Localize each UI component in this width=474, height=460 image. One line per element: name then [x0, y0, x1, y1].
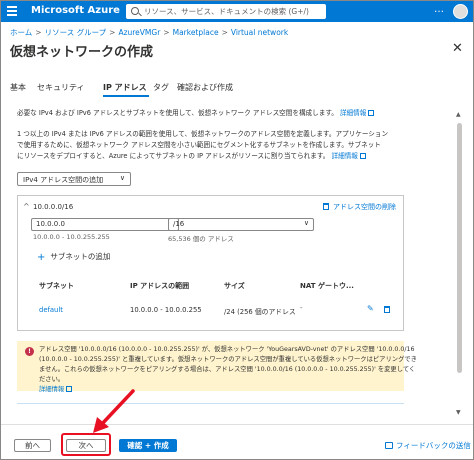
warning-line: ません。これらの仮想ネットワークをピアリングする場合は、アドレス空間 '10.0…: [39, 366, 416, 373]
breadcrumb-separator: >: [163, 28, 170, 37]
prefix-value: /16: [173, 220, 185, 228]
delete-address-space-button[interactable]: アドレス空間の削除: [323, 202, 396, 212]
previous-button[interactable]: 前へ: [14, 439, 51, 452]
chevron-down-icon: ∨: [303, 219, 309, 227]
scroll-down-arrow[interactable]: ▼: [456, 409, 461, 416]
breadcrumb-home[interactable]: ホーム: [10, 28, 32, 37]
external-link-icon: [66, 386, 73, 392]
feedback-link[interactable]: フィードバックの送信: [385, 440, 471, 451]
scrollbar-thumb[interactable]: [457, 123, 462, 373]
menu-icon[interactable]: [7, 6, 17, 16]
more-icon[interactable]: …: [434, 4, 444, 15]
avatar[interactable]: [453, 4, 468, 19]
subnet-name-link[interactable]: default: [39, 306, 63, 314]
warning-icon: !: [25, 347, 34, 356]
search-placeholder: リソース、サービス、ドキュメントの検索 (G+/): [144, 7, 309, 16]
red-arrow-annotation: [93, 389, 135, 433]
add-ipv4-address-space-button[interactable]: IPv4 アドレス空間の追加 ∨: [17, 172, 131, 186]
intro-line-4: にリソースをデプロイすると、Azure によってサブネットの IP アドレスがリ…: [17, 151, 366, 162]
breadcrumb-separator: >: [221, 28, 228, 37]
add-subnet-button[interactable]: + サブネットの追加: [37, 251, 110, 263]
azure-portal-window: Microsoft Azure リソース、サービス、ドキュメントの検索 (G+/…: [0, 0, 474, 460]
breadcrumb: ホーム > リソース グループ > AzureVMGr > Marketplace > Virt…: [10, 27, 288, 38]
divider: [17, 403, 404, 404]
tab-security[interactable]: セキュリティ: [37, 82, 85, 93]
subnet-size: /24 (256 個のアドレス: [224, 308, 296, 316]
page-title: 仮想ネットワークの作成: [10, 45, 154, 60]
add-address-space-label: IPv4 アドレス空間の追加: [23, 176, 104, 184]
intro-text: にリソースをデプロイすると、Azure によってサブネットの IP アドレスがリ…: [17, 152, 330, 160]
intro-line-3: で使用するために、仮想ネットワーク アドレス空間を小さい範囲にセグメント化するサ…: [17, 141, 381, 149]
collapse-icon[interactable]: ^: [23, 202, 30, 211]
scroll-up-arrow[interactable]: ▲: [456, 111, 461, 118]
start-address-input[interactable]: 10.0.0.0: [31, 218, 179, 231]
prefix-select[interactable]: /16 ∨: [168, 218, 314, 231]
address-count-hint: 65,536 個の アドレス: [168, 235, 234, 243]
column-header-ip-range: IP アドレスの範囲: [130, 282, 190, 290]
title-more-icon[interactable]: …: [141, 41, 152, 54]
tab-basics[interactable]: 基本: [10, 82, 26, 93]
delete-address-space-label: アドレス空間の削除: [333, 203, 396, 211]
edit-pencil-icon[interactable]: ✎: [367, 304, 374, 313]
breadcrumb-resource-groups[interactable]: リソース グループ: [45, 28, 107, 37]
intro-line-2: 1 つ以上の IPv4 または IPv6 アドレスの範囲を使用して、仮想ネットワ…: [17, 130, 389, 138]
overlap-warning-banner: ! アドレス空間 '10.0.0.0/16 (10.0.0.0 - 10.0.2…: [17, 341, 417, 393]
warning-line: アドレス空間 '10.0.0.0/16 (10.0.0.0 - 10.0.255…: [39, 346, 415, 353]
address-range-hint: 10.0.0.0 - 10.0.255.255: [33, 233, 110, 241]
review-create-button[interactable]: 確認 + 作成: [119, 439, 177, 452]
tab-tags[interactable]: タグ: [153, 82, 169, 93]
close-icon[interactable]: ✕: [452, 41, 463, 56]
feedback-label: フィードバックの送信: [396, 441, 471, 450]
row-more-icon: -: [300, 304, 303, 312]
trash-icon[interactable]: [384, 306, 390, 313]
trash-icon: [323, 203, 329, 210]
feedback-icon: [385, 442, 393, 449]
breadcrumb-resource-group[interactable]: AzureVMGr: [118, 28, 160, 37]
tab-review-create[interactable]: 確認および作成: [177, 82, 233, 93]
subnet-ip-range: 10.0.0.0 - 10.0.0.255: [130, 306, 202, 314]
address-space-card: ^ 10.0.0.0/16 アドレス空間の削除 10.0.0.0 /16 ∨ 1…: [17, 195, 404, 331]
top-bar: Microsoft Azure リソース、サービス、ドキュメントの検索 (G+/…: [1, 1, 473, 22]
tab-ip-addresses[interactable]: IP アドレス: [103, 82, 147, 93]
address-space-cidr: 10.0.0.0/16: [33, 203, 74, 211]
warning-learn-more-link[interactable]: 詳細情報: [39, 386, 64, 393]
search-icon: [131, 7, 139, 15]
external-link-icon: [368, 110, 375, 116]
search-input[interactable]: リソース、サービス、ドキュメントの検索 (G+/): [126, 4, 326, 19]
breadcrumb-virtual-network[interactable]: Virtual network: [231, 28, 288, 37]
intro-text: 必要な IPv4 および IPv6 アドレスとサブネットを使用して、仮想ネットワ…: [17, 109, 338, 117]
breadcrumb-marketplace[interactable]: Marketplace: [173, 28, 219, 37]
add-subnet-label: サブネットの追加: [50, 252, 111, 261]
learn-more-link[interactable]: 詳細情報: [332, 152, 358, 160]
warning-line: (10.0.0.0 - 10.0.255.255)' と重複しています。仮想ネッ…: [39, 356, 417, 363]
breadcrumb-separator: >: [35, 28, 42, 37]
learn-more-link[interactable]: 詳細情報: [340, 109, 366, 117]
warning-line: ださい。: [39, 376, 65, 383]
plus-icon: +: [37, 252, 46, 263]
chevron-down-icon: ∨: [119, 174, 125, 182]
active-tab-indicator: [103, 95, 149, 97]
column-header-subnet: サブネット: [39, 282, 74, 290]
intro-paragraph-1: 必要な IPv4 および IPv6 アドレスとサブネットを使用して、仮想ネットワ…: [17, 108, 375, 119]
column-header-size: サイズ: [224, 282, 245, 290]
external-link-icon: [359, 153, 366, 159]
column-header-nat-gateway: NAT ゲートウ...: [300, 282, 354, 290]
breadcrumb-separator: >: [109, 28, 116, 37]
brand-name[interactable]: Microsoft Azure: [31, 5, 120, 16]
